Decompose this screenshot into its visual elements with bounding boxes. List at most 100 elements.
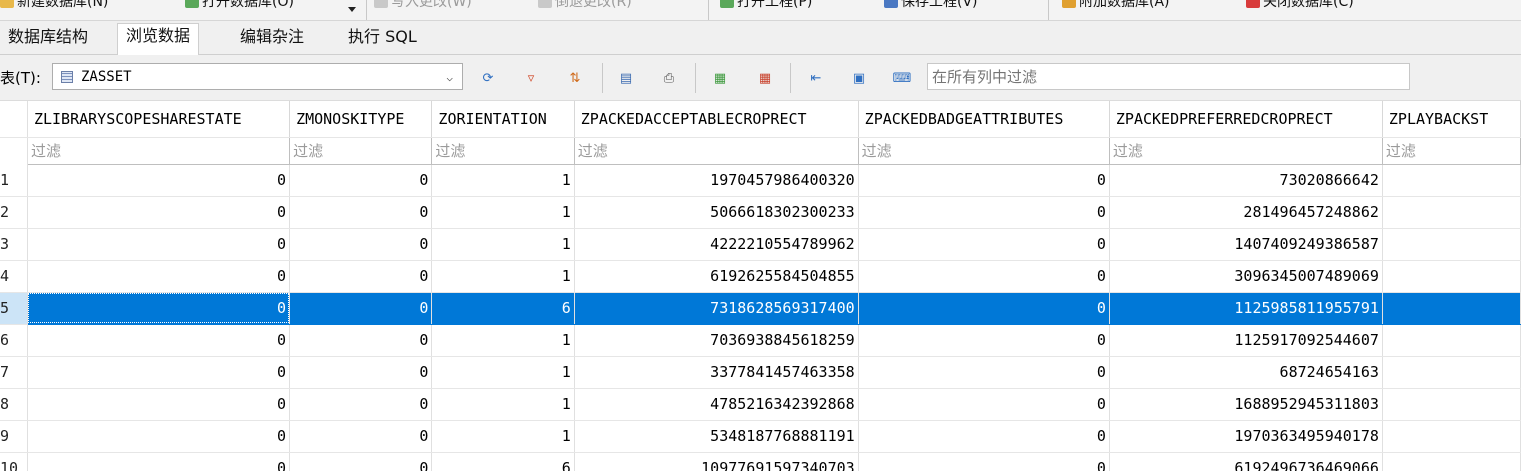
row-number[interactable]: 6 bbox=[0, 324, 28, 357]
tab-browse-data[interactable]: 浏览数据 bbox=[117, 23, 200, 56]
table-cell[interactable]: 4785216342392868 bbox=[574, 388, 859, 421]
table-cell[interactable]: 10977691597340703 bbox=[574, 452, 859, 471]
table-cell[interactable]: 0 bbox=[858, 452, 1110, 471]
table-cell[interactable]: 0 bbox=[27, 420, 291, 453]
column-header[interactable]: ZLIBRARYSCOPESHARESTATE bbox=[27, 101, 291, 138]
table-cell[interactable] bbox=[1382, 292, 1521, 325]
open-database-button[interactable]: 打开数据库(O) bbox=[185, 0, 294, 11]
table-cell[interactable]: 0 bbox=[289, 196, 433, 229]
open-project-button[interactable]: 打开工程(P) bbox=[720, 0, 812, 11]
column-filter-input[interactable]: 过滤 bbox=[1382, 136, 1521, 165]
table-cell[interactable] bbox=[1382, 452, 1521, 471]
table-cell[interactable]: 1 bbox=[431, 196, 575, 229]
table-cell[interactable]: 6 bbox=[431, 292, 575, 325]
go-to-start-icon[interactable]: ⇤ bbox=[807, 69, 825, 87]
open-database-dropdown-icon[interactable] bbox=[348, 7, 356, 12]
column-filter-input[interactable]: 过滤 bbox=[574, 136, 859, 165]
table-row[interactable]: 6 0 0 1 7036938845618259 0 1125917092544607 bbox=[0, 324, 1521, 357]
table-cell[interactable]: 0 bbox=[27, 452, 291, 471]
table-cell[interactable] bbox=[1382, 356, 1521, 389]
column-header[interactable]: ZPACKEDPREFERREDCROPRECT bbox=[1109, 101, 1383, 138]
table-cell[interactable]: 1970457986400320 bbox=[574, 164, 859, 197]
table-cell[interactable]: 1 bbox=[431, 260, 575, 293]
table-cell[interactable]: 7318628569317400 bbox=[574, 292, 859, 325]
table-cell[interactable]: 0 bbox=[289, 356, 433, 389]
table-cell[interactable]: 6 bbox=[431, 452, 575, 471]
table-cell[interactable]: 0 bbox=[27, 324, 291, 357]
table-cell[interactable]: 68724654163 bbox=[1109, 356, 1383, 389]
insert-record-icon[interactable]: ▦ bbox=[711, 69, 729, 87]
table-cell[interactable]: 0 bbox=[27, 292, 291, 325]
encoding-icon[interactable]: ⌨ bbox=[893, 69, 912, 87]
table-cell[interactable]: 0 bbox=[27, 260, 291, 293]
table-row[interactable]: 4 0 0 1 6192625584504855 0 3096345007489069 bbox=[0, 260, 1521, 293]
column-header[interactable]: ZPLAYBACKST bbox=[1382, 101, 1521, 138]
clear-filters-icon[interactable]: ▿ bbox=[522, 69, 540, 87]
table-cell[interactable]: 3096345007489069 bbox=[1109, 260, 1383, 293]
revert-changes-button[interactable]: 倒退更改(R) bbox=[538, 0, 632, 11]
delete-record-icon[interactable]: ▦ bbox=[756, 69, 774, 87]
row-number[interactable]: 2 bbox=[0, 196, 28, 229]
table-cell[interactable]: 5348187768881191 bbox=[574, 420, 859, 453]
tab-database-structure[interactable]: 数据库结构 bbox=[0, 25, 96, 51]
table-row[interactable]: 3 0 0 1 4222210554789962 0 1407409249386587 bbox=[0, 228, 1521, 261]
table-cell[interactable]: 6192496736469066 bbox=[1109, 452, 1383, 471]
row-number[interactable]: 7 bbox=[0, 356, 28, 389]
table-cell[interactable]: 7036938845618259 bbox=[574, 324, 859, 357]
table-row[interactable]: 9 0 0 1 5348187768881191 0 1970363495940178 bbox=[0, 420, 1521, 453]
table-row[interactable]: 1 0 0 1 1970457986400320 0 73020866642 bbox=[0, 164, 1521, 197]
refresh-icon[interactable]: ⟳ bbox=[479, 69, 497, 87]
table-cell[interactable] bbox=[1382, 164, 1521, 197]
table-cell[interactable]: 0 bbox=[858, 356, 1110, 389]
table-cell[interactable]: 1688952945311803 bbox=[1109, 388, 1383, 421]
table-cell[interactable]: 0 bbox=[858, 228, 1110, 261]
table-cell[interactable]: 0 bbox=[858, 420, 1110, 453]
row-number[interactable]: 9 bbox=[0, 420, 28, 453]
column-filter-input[interactable]: 过滤 bbox=[1109, 136, 1383, 165]
table-cell[interactable]: 0 bbox=[858, 196, 1110, 229]
table-cell[interactable]: 1 bbox=[431, 420, 575, 453]
table-cell[interactable]: 0 bbox=[289, 164, 433, 197]
column-filter-input[interactable]: 过滤 bbox=[431, 136, 575, 165]
table-cell[interactable]: 0 bbox=[858, 260, 1110, 293]
table-cell[interactable]: 1 bbox=[431, 324, 575, 357]
table-cell[interactable]: 1 bbox=[431, 356, 575, 389]
table-cell[interactable]: 1970363495940178 bbox=[1109, 420, 1383, 453]
go-to-record-icon[interactable]: ▣ bbox=[850, 69, 868, 87]
filter-all-columns-input[interactable] bbox=[927, 63, 1410, 90]
row-number[interactable]: 4 bbox=[0, 260, 28, 293]
attach-database-button[interactable]: 附加数据库(A) bbox=[1062, 0, 1170, 11]
column-header[interactable]: ZORIENTATION bbox=[431, 101, 575, 138]
table-row[interactable]: 2 0 0 1 5066618302300233 0 281496457248862 bbox=[0, 196, 1521, 229]
column-filter-input[interactable]: 过滤 bbox=[289, 136, 433, 165]
table-select[interactable]: ZASSET ⌵ bbox=[52, 63, 463, 90]
table-cell[interactable]: 1125917092544607 bbox=[1109, 324, 1383, 357]
save-results-icon[interactable]: ▤ bbox=[617, 69, 635, 87]
tab-edit-pragmas[interactable]: 编辑杂注 bbox=[232, 25, 312, 51]
table-cell[interactable]: 281496457248862 bbox=[1109, 196, 1383, 229]
table-cell[interactable]: 0 bbox=[289, 324, 433, 357]
save-project-button[interactable]: 保存工程(V) bbox=[884, 0, 978, 11]
table-cell[interactable]: 1125985811955791 bbox=[1109, 292, 1383, 325]
table-cell[interactable]: 0 bbox=[858, 324, 1110, 357]
table-cell[interactable] bbox=[1382, 260, 1521, 293]
table-row[interactable]: 10 0 0 6 10977691597340703 0 6192496736469066 bbox=[0, 452, 1521, 471]
row-number[interactable]: 8 bbox=[0, 388, 28, 421]
table-cell[interactable]: 73020866642 bbox=[1109, 164, 1383, 197]
table-cell[interactable]: 0 bbox=[289, 420, 433, 453]
column-header[interactable]: ZPACKEDBADGEATTRIBUTES bbox=[858, 101, 1110, 138]
column-header[interactable]: ZMONOSKITYPE bbox=[289, 101, 433, 138]
table-cell[interactable]: 0 bbox=[27, 228, 291, 261]
table-cell[interactable]: 0 bbox=[289, 260, 433, 293]
clear-sort-icon[interactable]: ⇅ bbox=[566, 69, 584, 87]
table-cell[interactable]: 1 bbox=[431, 388, 575, 421]
table-cell[interactable]: 4222210554789962 bbox=[574, 228, 859, 261]
table-row[interactable]: 8 0 0 1 4785216342392868 0 1688952945311803 bbox=[0, 388, 1521, 421]
table-cell[interactable]: 1407409249386587 bbox=[1109, 228, 1383, 261]
table-cell[interactable]: 0 bbox=[289, 452, 433, 471]
table-cell[interactable]: 1 bbox=[431, 164, 575, 197]
row-number[interactable]: 10 bbox=[0, 452, 28, 471]
new-database-button[interactable]: 新建数据库(N) bbox=[0, 0, 108, 11]
close-database-button[interactable]: 关闭数据库(C) bbox=[1246, 0, 1354, 11]
table-row[interactable]: 7 0 0 1 3377841457463358 0 68724654163 bbox=[0, 356, 1521, 389]
